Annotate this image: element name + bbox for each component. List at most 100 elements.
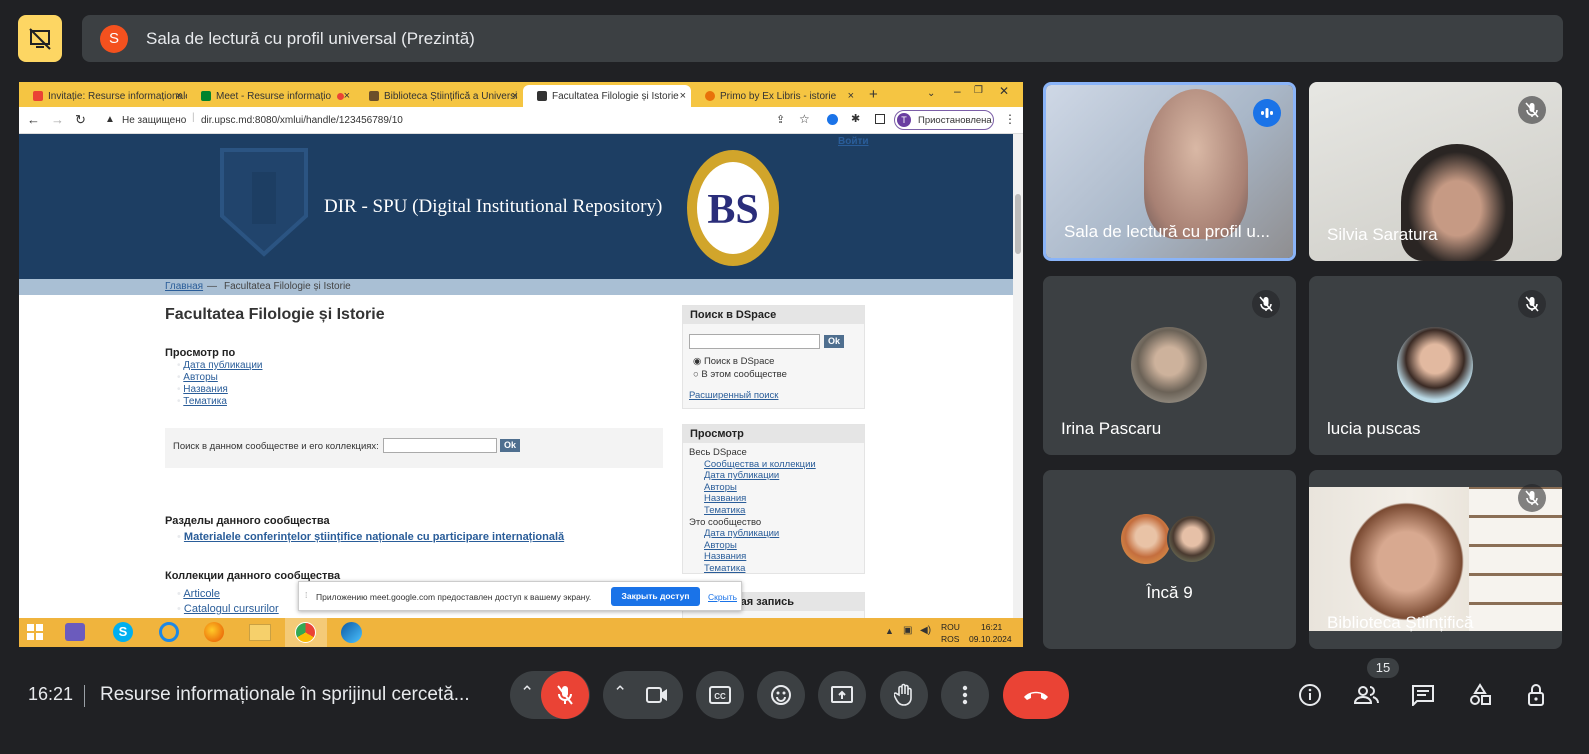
chrome-icon[interactable] [295,622,316,643]
dspace-search-input[interactable] [689,334,820,349]
raise-hand-button[interactable] [880,671,928,719]
url-field[interactable]: dir.upsc.md:8080/xmlui/handle/123456789/… [201,115,403,126]
ok-button[interactable]: Ok [824,335,844,348]
participant-tile-others[interactable]: Încă 9 [1043,470,1296,649]
network-icon[interactable]: ▣ [903,625,912,636]
camera-toggle[interactable]: ⌃ [603,671,683,719]
people-button[interactable] [1346,675,1386,715]
browse-link[interactable]: Названия [704,493,858,505]
bookmark-star-icon[interactable]: ☆ [799,112,810,126]
participant-tile[interactable]: Biblioteca Științifică [1309,470,1562,649]
window-close-icon[interactable]: ✕ [999,84,1009,98]
tray-chevron-icon[interactable]: ▲ [885,626,894,636]
warning-icon[interactable]: ▲ [105,114,115,125]
raise-hand-icon [894,683,912,706]
video-options-chevron-icon[interactable]: ⌃ [613,683,627,703]
restore-icon[interactable]: ❐ [974,85,983,96]
volume-icon[interactable]: ◀) [920,625,931,636]
browse-link[interactable]: Авторы [704,540,858,552]
app-icon[interactable] [65,623,85,641]
ok-button[interactable]: Ok [500,439,520,452]
host-controls-button[interactable] [1517,675,1557,715]
login-link[interactable]: Войти [838,136,869,147]
new-tab-button[interactable]: + [869,86,878,103]
browse-link[interactable]: Тематика [183,396,227,407]
participant-name: Biblioteca Științifică [1327,613,1474,632]
stop-sharing-button[interactable]: Закрыть доступ [611,587,700,606]
presenting-button[interactable] [18,15,62,62]
close-icon[interactable]: × [848,90,854,102]
browser-tab[interactable]: Primo by Ex Libris - istorie × [691,85,859,107]
leave-call-button[interactable] [1003,671,1069,719]
close-icon[interactable]: × [176,90,182,102]
close-icon[interactable]: × [512,90,518,102]
internet-explorer-icon[interactable] [159,622,179,642]
browse-link[interactable]: Дата публикации [704,528,858,540]
radio-dspace[interactable]: ◉ Поиск в DSpace [693,356,774,367]
collection-link[interactable]: Catalogul cursurilor [184,603,279,615]
activities-button[interactable] [1460,675,1500,715]
advanced-search-link[interactable]: Расширенный поиск [689,390,778,401]
file-explorer-icon[interactable] [249,624,271,641]
drag-handle-icon[interactable]: ⁞ [305,590,307,600]
tab-search-icon[interactable]: ⌄ [927,88,935,99]
microphone-toggle[interactable] [541,671,589,719]
community-search-input[interactable] [383,438,497,453]
present-screen-button[interactable] [818,671,866,719]
taskbar-time[interactable]: 16:21 [981,622,1002,632]
browse-link[interactable]: Тематика [704,505,858,517]
browser-tab[interactable]: Biblioteca Științifică a Universi × [355,85,523,107]
browse-link[interactable]: Авторы [183,372,218,383]
edge-icon[interactable] [341,622,362,643]
extension-icon[interactable] [827,114,838,125]
participant-tile[interactable]: Silvia Saratura [1309,82,1562,261]
minimize-icon[interactable]: – [954,84,961,98]
participant-tile[interactable]: Irina Pascaru [1043,276,1296,455]
browse-link[interactable]: Тематика [704,563,858,575]
browse-link[interactable]: Сообщества и коллекции [704,459,858,471]
taskbar-date[interactable]: 09.10.2024 [969,634,1012,644]
participant-avatar [1397,327,1473,403]
participant-tile[interactable]: lucia puscas [1309,276,1562,455]
browser-tab[interactable]: Invitație: Resurse informaționale × [19,85,187,107]
security-label[interactable]: Не защищено [122,115,186,126]
browse-link[interactable]: Дата публикации [183,360,262,371]
menu-kebab-icon[interactable]: ⋮ [1004,112,1016,126]
more-options-button[interactable] [941,671,989,719]
sidepanel-icon[interactable] [875,114,885,124]
skype-icon[interactable]: S [113,622,133,642]
browser-tab[interactable]: Meet - Resurse informațio × [187,85,355,107]
profile-paused-chip[interactable]: T Приостановлена [894,110,994,130]
scrollbar-thumb[interactable] [1015,194,1021,254]
language-top[interactable]: ROU [941,622,960,632]
puzzle-icon[interactable]: ✱ [851,112,860,125]
close-icon[interactable]: × [680,90,686,102]
hide-link[interactable]: Скрыть [708,592,737,602]
browse-link[interactable]: Дата публикации [704,470,858,482]
breadcrumb-home[interactable]: Главная [165,281,203,292]
collection-link[interactable]: Articole [183,588,220,600]
back-icon[interactable]: ← [27,112,40,127]
participant-tile-speaking[interactable]: Sala de lectură cu profil u... [1043,82,1296,261]
reactions-button[interactable] [757,671,805,719]
gmail-icon [33,91,43,101]
browse-link[interactable]: Авторы [704,482,858,494]
subcommunity-link[interactable]: Materialele conferințelor științifice na… [184,531,564,543]
meeting-details-button[interactable] [1290,675,1330,715]
windows-start-icon[interactable] [27,624,43,640]
radio-community[interactable]: ○ В этом сообществе [693,369,787,380]
language-bottom[interactable]: ROS [941,634,959,644]
chat-button[interactable] [1403,675,1443,715]
audio-options-chevron-icon[interactable]: ⌃ [520,683,534,703]
share-icon[interactable]: ⇪ [776,113,785,126]
page-scrollbar[interactable] [1013,134,1023,618]
forward-icon[interactable]: → [51,112,64,127]
captions-button[interactable]: CC [696,671,744,719]
reload-icon[interactable]: ↻ [75,112,86,128]
browse-link[interactable]: Названия [704,551,858,563]
firefox-icon[interactable] [204,622,224,642]
close-icon[interactable]: × [344,90,350,102]
more-participants-label: Încă 9 [1146,583,1193,602]
browser-tab-active[interactable]: Facultatea Filologie și Istorie × [523,85,691,107]
browse-link[interactable]: Названия [183,384,228,395]
